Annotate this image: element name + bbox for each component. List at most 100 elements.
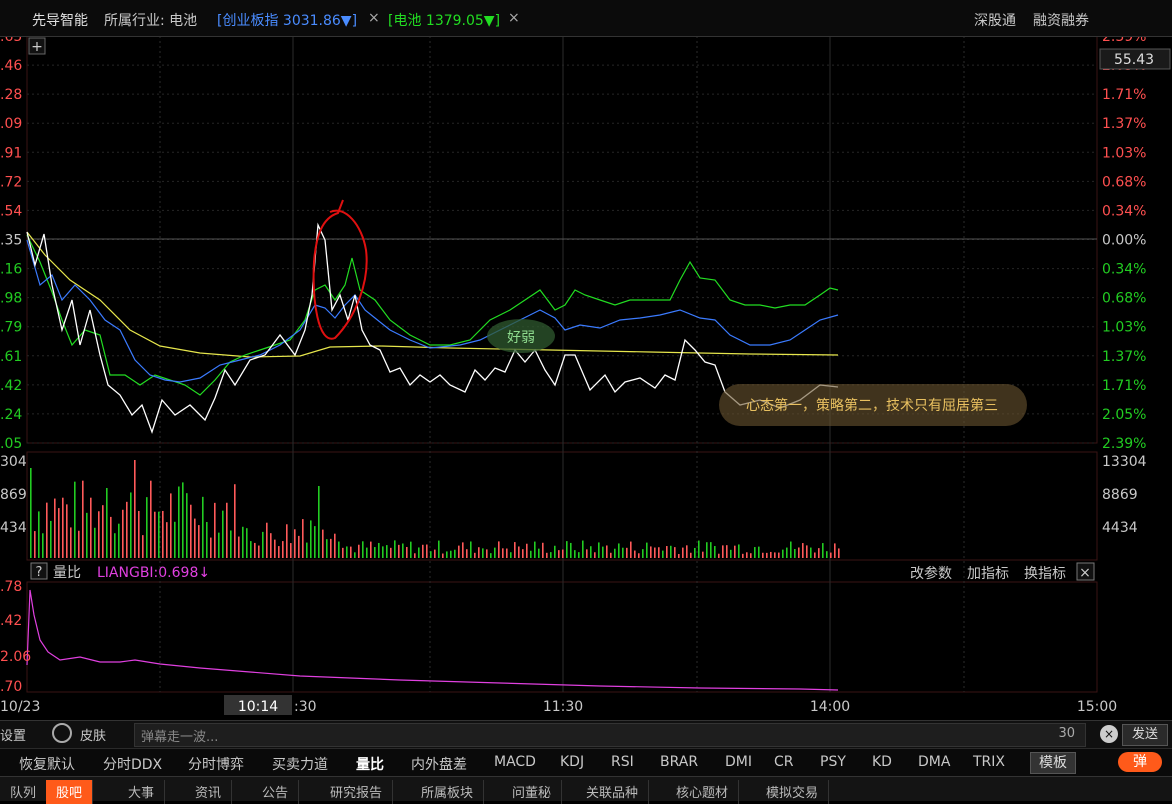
tab-dmi[interactable]: DMI xyxy=(725,754,752,770)
add-indicator-button[interactable]: 加指标 xyxy=(967,566,1009,582)
volume-bar xyxy=(342,547,344,558)
close-gem-icon[interactable]: × xyxy=(368,10,380,26)
volume-bar xyxy=(82,480,84,558)
close-indicator-icon[interactable]: × xyxy=(1079,565,1091,581)
tab-cr[interactable]: CR xyxy=(774,754,794,770)
skin-button[interactable]: 皮肤 xyxy=(80,725,106,744)
vol-left-3: 434 xyxy=(0,520,27,536)
price-tick: .05 xyxy=(0,436,22,452)
clear-icon[interactable]: × xyxy=(1100,725,1118,743)
tab-rsi[interactable]: RSI xyxy=(611,754,634,770)
tab-trix[interactable]: TRIX xyxy=(973,754,1005,770)
popup-toggle[interactable]: 弹 xyxy=(1118,752,1162,772)
close-sector-icon[interactable]: × xyxy=(508,10,520,26)
volume-bar xyxy=(326,539,328,558)
indicator-name[interactable]: 量比 xyxy=(53,565,81,581)
tab-dma[interactable]: DMA xyxy=(918,754,950,770)
tab-events[interactable]: 大事 xyxy=(118,780,166,804)
tab-related[interactable]: 关联品种 xyxy=(576,780,650,804)
liangbi-line xyxy=(26,589,839,691)
volume-bar xyxy=(338,541,340,558)
volume-bar xyxy=(318,486,320,558)
volume-bar xyxy=(582,540,584,558)
gem-index-line xyxy=(26,239,839,383)
volume-bar xyxy=(30,468,32,558)
volume-bar xyxy=(166,522,168,558)
tab-psy[interactable]: PSY xyxy=(820,754,846,770)
pct-tick: 1.37% xyxy=(1102,116,1146,132)
tab-kdj[interactable]: KDJ xyxy=(560,754,584,770)
volume-bar xyxy=(282,541,284,558)
tab-reset-default[interactable]: 恢复默认 xyxy=(19,754,75,774)
tab-queue[interactable]: 队列 xyxy=(0,780,48,804)
volume-bar xyxy=(610,552,612,558)
volume-bar xyxy=(486,549,488,558)
volume-bar xyxy=(382,546,384,558)
volume-bar xyxy=(442,553,444,558)
volume-bar xyxy=(458,545,460,558)
margin-trading-button[interactable]: 融资融券 xyxy=(1033,10,1089,30)
tab-ask-secretary[interactable]: 问董秘 xyxy=(502,780,563,804)
tab-news[interactable]: 资讯 xyxy=(185,780,233,804)
template-button[interactable]: 模板 xyxy=(1030,752,1076,774)
volume-bar xyxy=(158,511,160,558)
pct-tick: 1.71% xyxy=(1102,378,1146,394)
volume-bar xyxy=(590,546,592,558)
volume-bar xyxy=(766,552,768,558)
danmaku-input[interactable]: 弹幕走一波... 30 xyxy=(134,723,1086,747)
tab-kd[interactable]: KD xyxy=(872,754,892,770)
tab-sim-trade[interactable]: 模拟交易 xyxy=(756,780,830,804)
volume-bar xyxy=(818,548,820,558)
volume-bar xyxy=(298,535,300,558)
volume-bar xyxy=(270,533,272,558)
volume-bar xyxy=(302,519,304,558)
intraday-chart[interactable]: 好弱 心态第一，策略第二，技术只有屈居第三 .65.46.28.09.91.72… xyxy=(0,0,1172,720)
gem-index-tag[interactable]: [创业板指 3031.86▼] xyxy=(217,10,357,30)
volume-bar xyxy=(574,550,576,558)
help-icon[interactable]: ? xyxy=(36,565,43,580)
tab-force[interactable]: 买卖力道 xyxy=(272,754,328,774)
tab-guba[interactable]: 股吧 xyxy=(46,780,94,804)
skin-icon[interactable] xyxy=(52,723,72,743)
tab-game[interactable]: 分时博弈 xyxy=(188,754,244,774)
industry-label[interactable]: 所属行业: 电池 xyxy=(104,10,197,30)
sector-index-tag[interactable]: [电池 1379.05▼] xyxy=(388,10,500,30)
volume-bar xyxy=(586,549,588,558)
switch-indicator-button[interactable]: 换指标 xyxy=(1024,565,1066,582)
tab-inout[interactable]: 内外盘差 xyxy=(411,754,467,774)
tab-ddx[interactable]: 分时DDX xyxy=(103,754,162,774)
volume-bar xyxy=(578,552,580,558)
send-button[interactable]: 发送 xyxy=(1122,724,1168,746)
volume-bar xyxy=(702,551,704,558)
stock-name[interactable]: 先导智能 xyxy=(32,10,88,30)
tab-brar[interactable]: BRAR xyxy=(660,754,698,770)
volume-bar xyxy=(434,549,436,558)
volume-bar xyxy=(666,546,668,558)
tab-research[interactable]: 研究报告 xyxy=(320,780,394,804)
vol-right-3: 4434 xyxy=(1102,520,1138,536)
volume-bar xyxy=(110,516,112,558)
volume-bar xyxy=(258,545,260,558)
hk-connect-button[interactable]: 深股通 xyxy=(974,10,1016,30)
volume-bar xyxy=(754,547,756,558)
volume-bar xyxy=(654,547,656,558)
volume-bar xyxy=(330,538,332,558)
volume-bar xyxy=(466,549,468,558)
volume-bar xyxy=(634,550,636,558)
tab-core-theme[interactable]: 核心题材 xyxy=(666,780,740,804)
tab-notice[interactable]: 公告 xyxy=(252,780,300,804)
edit-params-button[interactable]: 改参数 xyxy=(910,565,952,582)
tab-macd[interactable]: MACD xyxy=(494,754,536,770)
settings-button[interactable]: 设置 xyxy=(0,725,26,744)
volume-bar xyxy=(126,501,128,558)
indicator-value: LIANGBI:0.698↓ xyxy=(97,565,210,581)
ind-left-3: 2.06 xyxy=(0,649,31,665)
tab-liangbi[interactable]: 量比 xyxy=(356,754,384,774)
volume-bar xyxy=(310,520,312,558)
volume-bar xyxy=(494,547,496,558)
tab-sector[interactable]: 所属板块 xyxy=(411,780,485,804)
volume-bar xyxy=(206,521,208,558)
ind-left-1: .78 xyxy=(0,579,22,595)
volume-bar xyxy=(534,541,536,558)
bubble-haoruo-text: 好弱 xyxy=(507,330,535,346)
